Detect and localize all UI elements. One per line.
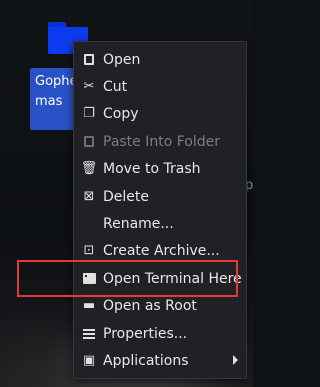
menu-item-label: Open [103,51,141,68]
applications-icon: ▣ [82,352,96,368]
menu-item-open-terminal-here[interactable]: Open Terminal Here [74,265,246,292]
menu-item-label: Create Archive... [103,243,220,260]
menu-item-open-as-root[interactable]: ▬ Open as Root [74,293,246,320]
menu-item-create-archive[interactable]: ⊡ Create Archive... [74,238,246,265]
submenu-arrow-icon [233,355,238,366]
menu-item-copy[interactable]: ❐ Copy [74,101,246,128]
menu-item-label: Rename... [103,216,174,233]
scissors-icon: ✂ [83,79,95,95]
menu-item-label: Move to Trash [103,161,201,178]
context-menu: Open ✂ Cut ❐ Copy Paste Into Folder 🗑 Mo… [73,41,247,379]
folder-icon: ▬ [82,298,96,314]
menu-item-move-to-trash[interactable]: 🗑 Move to Trash [74,156,246,183]
archive-icon: ⊡ [83,243,95,259]
menu-item-label: Applications [103,352,189,369]
rename-icon [82,217,96,231]
document-open-icon [82,53,96,67]
menu-item-label: Open Terminal Here [103,270,242,287]
menu-item-cut[interactable]: ✂ Cut [74,73,246,100]
menu-item-open[interactable]: Open [74,46,246,73]
menu-item-applications[interactable]: ▣ Applications [74,347,246,374]
paste-icon [82,135,96,149]
delete-icon: ⊠ [83,188,95,204]
menu-item-rename[interactable]: Rename... [74,210,246,237]
menu-item-properties[interactable]: Properties... [74,320,246,347]
menu-item-label: Properties... [103,325,188,342]
menu-item-label: Paste Into Folder [103,133,221,150]
menu-item-label: Delete [103,188,149,205]
menu-item-label: Copy [103,106,139,123]
properties-icon [82,327,96,341]
copy-icon: ❐ [83,106,95,122]
terminal-icon [82,272,96,286]
trash-icon: 🗑 [80,161,98,177]
menu-item-label: Open as Root [103,298,197,315]
menu-item-label: Cut [103,79,128,96]
menu-item-delete[interactable]: ⊠ Delete [74,183,246,210]
menu-item-paste-into-folder[interactable]: Paste Into Folder [74,128,246,155]
